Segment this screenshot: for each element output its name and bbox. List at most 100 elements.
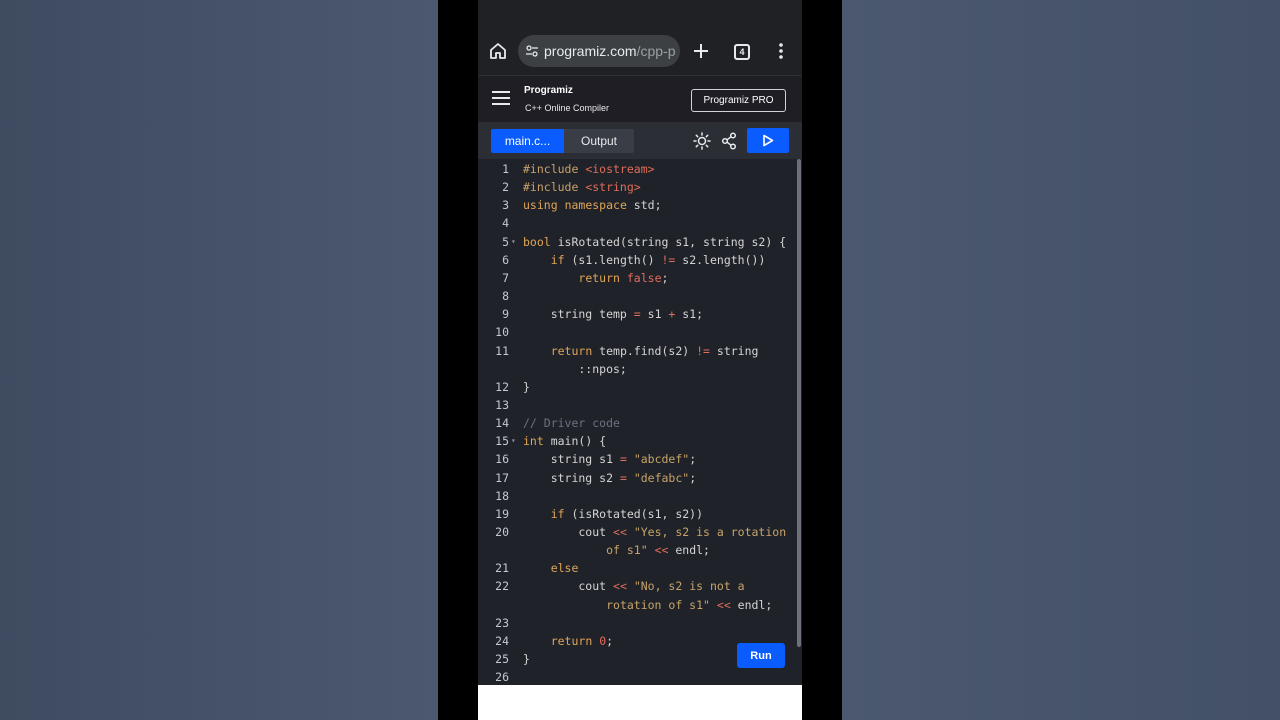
line-number: 9 [502, 307, 509, 322]
line-number: 19 [495, 506, 509, 521]
code-line[interactable]: 20 cout << "Yes, s2 is a rotation [478, 523, 796, 541]
phone-screen: programiz.com/cpp-p 4 Programiz C++ Onli… [478, 0, 802, 720]
code-line[interactable]: rotation of s1" << endl; [478, 596, 796, 614]
tab-main-file[interactable]: main.c... [491, 129, 564, 153]
phone-frame: programiz.com/cpp-p 4 Programiz C++ Onli… [438, 0, 842, 720]
code-text: return temp.find(s2) != string [550, 343, 759, 358]
code-line[interactable]: 8 [478, 287, 796, 305]
fold-arrow-icon[interactable]: ▾ [511, 233, 516, 251]
code-text: if (s1.length() != s2.length()) [550, 252, 766, 267]
code-line[interactable]: 16 string s1 = "abcdef"; [478, 450, 796, 468]
code-text: bool isRotated(string s1, string s2) { [523, 234, 787, 249]
code-text: cout << "Yes, s2 is a rotation [523, 525, 787, 539]
code-text: #include <iostream> [523, 162, 655, 176]
line-number: 3 [502, 198, 509, 213]
code-text: cout << "No, s2 is not a [523, 579, 745, 594]
tab-output[interactable]: Output [564, 129, 634, 153]
line-number: 24 [495, 633, 509, 648]
tab-switcher-button[interactable]: 4 [734, 44, 750, 60]
code-line[interactable]: 26 [478, 668, 796, 686]
line-number: 6 [502, 252, 509, 267]
line-number: 15 [495, 434, 509, 449]
line-number: 7 [502, 270, 509, 285]
theme-toggle-icon[interactable] [693, 132, 711, 150]
code-line[interactable]: 2 #include <string> [478, 178, 796, 196]
code-line[interactable]: ::npos; [478, 360, 796, 378]
code-line[interactable]: 10 [478, 323, 796, 341]
site-header: Programiz C++ Online Compiler Programiz … [478, 75, 802, 122]
line-number: 18 [495, 488, 509, 503]
line-number: 23 [495, 615, 509, 630]
address-bar[interactable]: programiz.com/cpp-p [518, 35, 680, 67]
code-line[interactable]: 22 cout << "No, s2 is not a [478, 577, 796, 595]
line-number: 4 [502, 216, 509, 231]
code-line[interactable]: 14 // Driver code [478, 414, 796, 432]
code-line[interactable]: 15 ▾ int main() { [478, 432, 796, 450]
code-line[interactable]: 21 else [478, 559, 796, 577]
browser-toolbar: programiz.com/cpp-p 4 [478, 28, 802, 74]
code-text: return false; [578, 270, 669, 285]
url-domain: programiz.com [544, 43, 637, 59]
code-text: string s1 = "abcdef"; [523, 452, 697, 467]
background-right [842, 0, 1280, 720]
code-text: string temp = s1 + s1; [523, 307, 704, 322]
code-text: } [523, 379, 530, 394]
line-number: 17 [495, 470, 509, 485]
code-line[interactable]: 23 [478, 614, 796, 632]
code-text: return 0; [550, 633, 614, 648]
site-settings-icon[interactable] [525, 44, 539, 58]
programiz-pro-button[interactable]: Programiz PRO [691, 89, 786, 112]
share-icon[interactable] [721, 132, 737, 150]
line-number: 21 [495, 561, 509, 576]
code-text: else [550, 561, 579, 576]
new-tab-icon[interactable] [691, 41, 711, 61]
editor-scrollbar[interactable] [797, 159, 801, 647]
code-text: rotation of s1" << endl; [606, 597, 773, 612]
url-path: /cpp-p [636, 43, 676, 59]
line-number: 1 [502, 162, 509, 176]
code-line[interactable]: 4 [478, 214, 796, 232]
url-text[interactable]: programiz.com/cpp-p [544, 43, 676, 59]
code-line[interactable]: 18 [478, 487, 796, 505]
code-text: // Driver code [523, 416, 620, 431]
code-line[interactable]: 6 if (s1.length() != s2.length()) [478, 251, 796, 269]
code-line[interactable]: 12} [478, 378, 796, 396]
code-text: } [523, 652, 530, 667]
line-number: 20 [495, 525, 509, 539]
code-line[interactable]: 13 [478, 396, 796, 414]
code-text: using namespace std; [523, 198, 662, 213]
line-number: 25 [495, 652, 509, 667]
play-icon [763, 134, 774, 147]
code-line[interactable]: 17 string s2 = "defabc"; [478, 469, 796, 487]
code-line[interactable]: 1 #include <iostream> [478, 160, 796, 178]
code-line[interactable]: of s1" << endl; [478, 541, 796, 559]
line-number: 12 [495, 379, 509, 394]
code-line[interactable]: 9 string temp = s1 + s1; [478, 305, 796, 323]
editor-toolbar: main.c... Output [478, 122, 802, 159]
home-icon[interactable] [488, 41, 508, 61]
compiler-subtitle: C++ Online Compiler [525, 103, 610, 113]
fold-arrow-icon[interactable]: ▾ [511, 432, 516, 450]
line-number: 26 [495, 670, 509, 685]
line-number: 11 [495, 343, 509, 358]
line-number: 5 [502, 234, 509, 249]
background-left [0, 0, 438, 720]
run-play-button[interactable] [747, 128, 789, 153]
code-line[interactable]: 7 return false; [478, 269, 796, 287]
programiz-logo[interactable]: Programiz [524, 85, 573, 96]
code-text: of s1" << endl; [606, 543, 710, 558]
code-line[interactable]: 5 ▾ bool isRotated(string s1, string s2) { [478, 233, 796, 251]
code-editor[interactable]: 1 #include <iostream> 2 #include <string> 3 u… [478, 159, 802, 685]
run-button[interactable]: Run [737, 643, 785, 668]
code-line[interactable]: 11 return temp.find(s2) != string [478, 342, 796, 360]
line-number: 13 [495, 397, 509, 412]
code-line[interactable]: 19 if (isRotated(s1, s2)) [478, 505, 796, 523]
line-number: 14 [495, 416, 509, 431]
menu-icon[interactable] [492, 91, 510, 105]
code-text: int main() { [523, 434, 607, 449]
output-area [478, 685, 802, 720]
code-line[interactable]: 3 using namespace std; [478, 196, 796, 214]
more-options-icon[interactable] [776, 41, 786, 61]
line-number: 22 [495, 579, 509, 594]
code-text: if (isRotated(s1, s2)) [550, 506, 704, 521]
